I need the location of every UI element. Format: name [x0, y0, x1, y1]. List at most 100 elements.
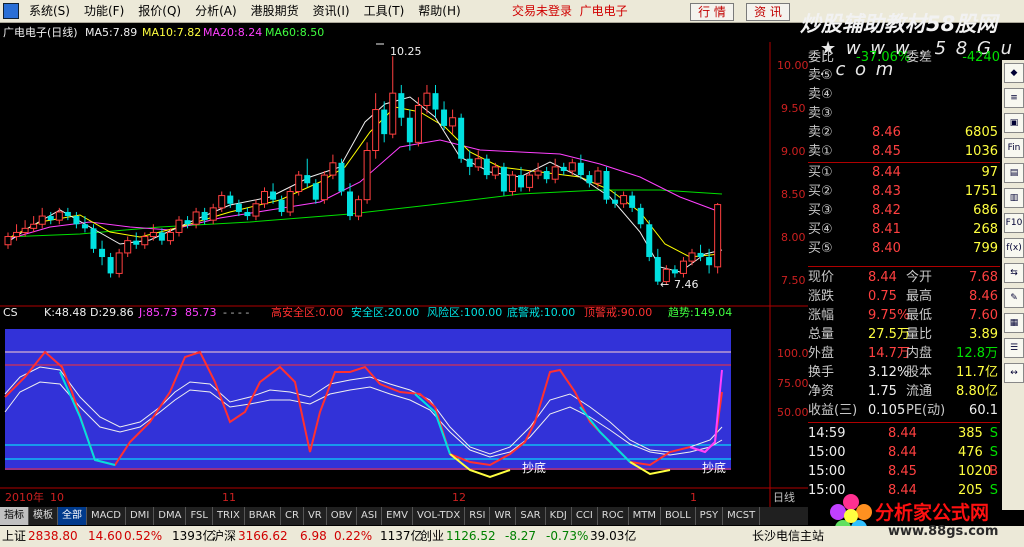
- stat-label: PE(动): [906, 403, 946, 418]
- x-label-month: 1: [690, 491, 697, 504]
- indicator-trend: 趋势:149.04: [668, 306, 732, 319]
- toolbar-button-9[interactable]: ⇆: [1004, 263, 1024, 283]
- sell-level: 卖① 8.45 1036: [808, 142, 1000, 161]
- stat-value: 12.8万: [956, 346, 998, 361]
- tab-cr[interactable]: CR: [281, 507, 304, 525]
- tab-模板[interactable]: 模板: [29, 507, 58, 525]
- buy-level: 买④ 8.41 268: [808, 220, 1000, 239]
- candle: [158, 232, 165, 241]
- tab-psy[interactable]: PSY: [696, 507, 724, 525]
- menu-hk-futures[interactable]: 港股期货: [244, 0, 306, 22]
- tab-vr[interactable]: VR: [304, 507, 327, 525]
- toolbar-button-7[interactable]: F10: [1004, 213, 1024, 233]
- tick-row: 14:59 8.44 385 S: [808, 424, 1000, 443]
- menu-analysis[interactable]: 分析(A): [188, 0, 244, 22]
- tab-asi[interactable]: ASI: [357, 507, 383, 525]
- quote-button[interactable]: 行 情: [690, 3, 734, 21]
- menu-quote[interactable]: 报价(Q): [131, 0, 188, 22]
- ma10-label: MA10:7.82: [142, 26, 201, 39]
- candle: [671, 269, 678, 274]
- kline-chart[interactable]: 广电电子(日线) MA5:7.89 MA10:7.82 MA20:8.24 MA…: [0, 22, 808, 507]
- sz-value: 3166.62: [238, 529, 288, 543]
- low-label: 7.46: [674, 278, 699, 291]
- menu-tools[interactable]: 工具(T): [357, 0, 412, 22]
- tab-vol-tdx[interactable]: VOL-TDX: [413, 507, 466, 525]
- menu-system[interactable]: 系统(S): [22, 0, 77, 22]
- tab-trix[interactable]: TRIX: [213, 507, 245, 525]
- y-tick: 8.00: [781, 231, 806, 244]
- candle: [304, 175, 311, 184]
- menu-help[interactable]: 帮助(H): [411, 0, 467, 22]
- divider: [808, 422, 1000, 423]
- high-label: 10.25: [390, 45, 422, 58]
- tab-brar[interactable]: BRAR: [245, 507, 281, 525]
- tab-boll[interactable]: BOLL: [661, 507, 696, 525]
- tab-wr[interactable]: WR: [490, 507, 517, 525]
- tab-kdj[interactable]: KDJ: [546, 507, 572, 525]
- sz-percent: 0.22%: [334, 529, 373, 543]
- tab-cci[interactable]: CCI: [572, 507, 598, 525]
- toolbar-button-8[interactable]: f(x): [1004, 238, 1024, 258]
- stat-label: 内盘: [906, 346, 933, 361]
- tab-dmi[interactable]: DMI: [126, 507, 155, 525]
- candle: [372, 109, 380, 152]
- level-volume: 1751: [964, 184, 998, 199]
- tick-volume: 476: [958, 445, 983, 460]
- tab-指标[interactable]: 指标: [0, 507, 29, 525]
- level-volume: 686: [973, 203, 998, 218]
- x-label-month: 11: [222, 491, 236, 504]
- ma20-label: MA20:8.24: [203, 26, 262, 39]
- toolbar-button-2[interactable]: ≡: [1004, 88, 1024, 108]
- tab-fsl[interactable]: FSL: [186, 507, 213, 525]
- tick-price: 8.45: [888, 464, 917, 479]
- tab-全部[interactable]: 全部: [58, 507, 87, 525]
- menu-function[interactable]: 功能(F): [77, 0, 131, 22]
- stat-value: 7.60: [969, 308, 998, 323]
- tab-mtm[interactable]: MTM: [629, 507, 661, 525]
- news-button[interactable]: 资 讯: [746, 3, 790, 21]
- candle: [508, 174, 516, 192]
- tab-dma[interactable]: DMA: [154, 507, 187, 525]
- toolbar-button-10[interactable]: ✎: [1004, 288, 1024, 308]
- level-price: 8.43: [872, 184, 901, 199]
- toolbar-button-5[interactable]: ▤: [1004, 163, 1024, 183]
- sh-name: 上证: [2, 529, 27, 543]
- tick-time: 15:00: [808, 464, 846, 479]
- y-tick: 8.50: [781, 188, 806, 201]
- toolbar-button-11[interactable]: ▦: [1004, 313, 1024, 333]
- cy-value: 1126.52: [446, 529, 496, 543]
- tab-rsi[interactable]: RSI: [465, 507, 491, 525]
- tick-side: S: [989, 426, 998, 441]
- tab-sar[interactable]: SAR: [516, 507, 546, 525]
- toolbar-button-1[interactable]: ◆: [1004, 63, 1024, 83]
- toolbar-button-3[interactable]: ▣: [1004, 113, 1024, 133]
- candle: [90, 228, 97, 249]
- candle: [423, 92, 431, 106]
- candle: [13, 231, 21, 238]
- toolbar-button-4[interactable]: Fin: [1004, 138, 1024, 158]
- menu-news[interactable]: 资讯(I): [306, 0, 357, 22]
- candle: [149, 231, 157, 238]
- candle: [629, 195, 636, 208]
- y-tick: 7.50: [781, 274, 806, 287]
- level-label: 卖③: [808, 106, 833, 121]
- tab-emv[interactable]: EMV: [382, 507, 413, 525]
- candle: [261, 190, 268, 205]
- candle: [441, 109, 448, 126]
- candle: [141, 236, 149, 246]
- x-label-month: 10: [50, 491, 64, 504]
- stat-value: 7.68: [969, 270, 998, 285]
- tab-obv[interactable]: OBV: [327, 507, 357, 525]
- buy-level: 买⑤ 8.40 799: [808, 239, 1000, 258]
- stat-label: 最低: [906, 308, 933, 323]
- level-label: 买②: [808, 184, 833, 199]
- toolbar-button-13[interactable]: ↔: [1004, 363, 1024, 383]
- tab-mcst[interactable]: MCST: [723, 507, 761, 525]
- level-label: 买③: [808, 203, 833, 218]
- tab-macd[interactable]: MACD: [87, 507, 126, 525]
- tab-roc[interactable]: ROC: [598, 507, 629, 525]
- toolbar-button-6[interactable]: ▥: [1004, 188, 1024, 208]
- cy-change: -8.27: [505, 529, 537, 543]
- stat-value: 8.46: [969, 289, 998, 304]
- toolbar-button-12[interactable]: ☰: [1004, 338, 1024, 358]
